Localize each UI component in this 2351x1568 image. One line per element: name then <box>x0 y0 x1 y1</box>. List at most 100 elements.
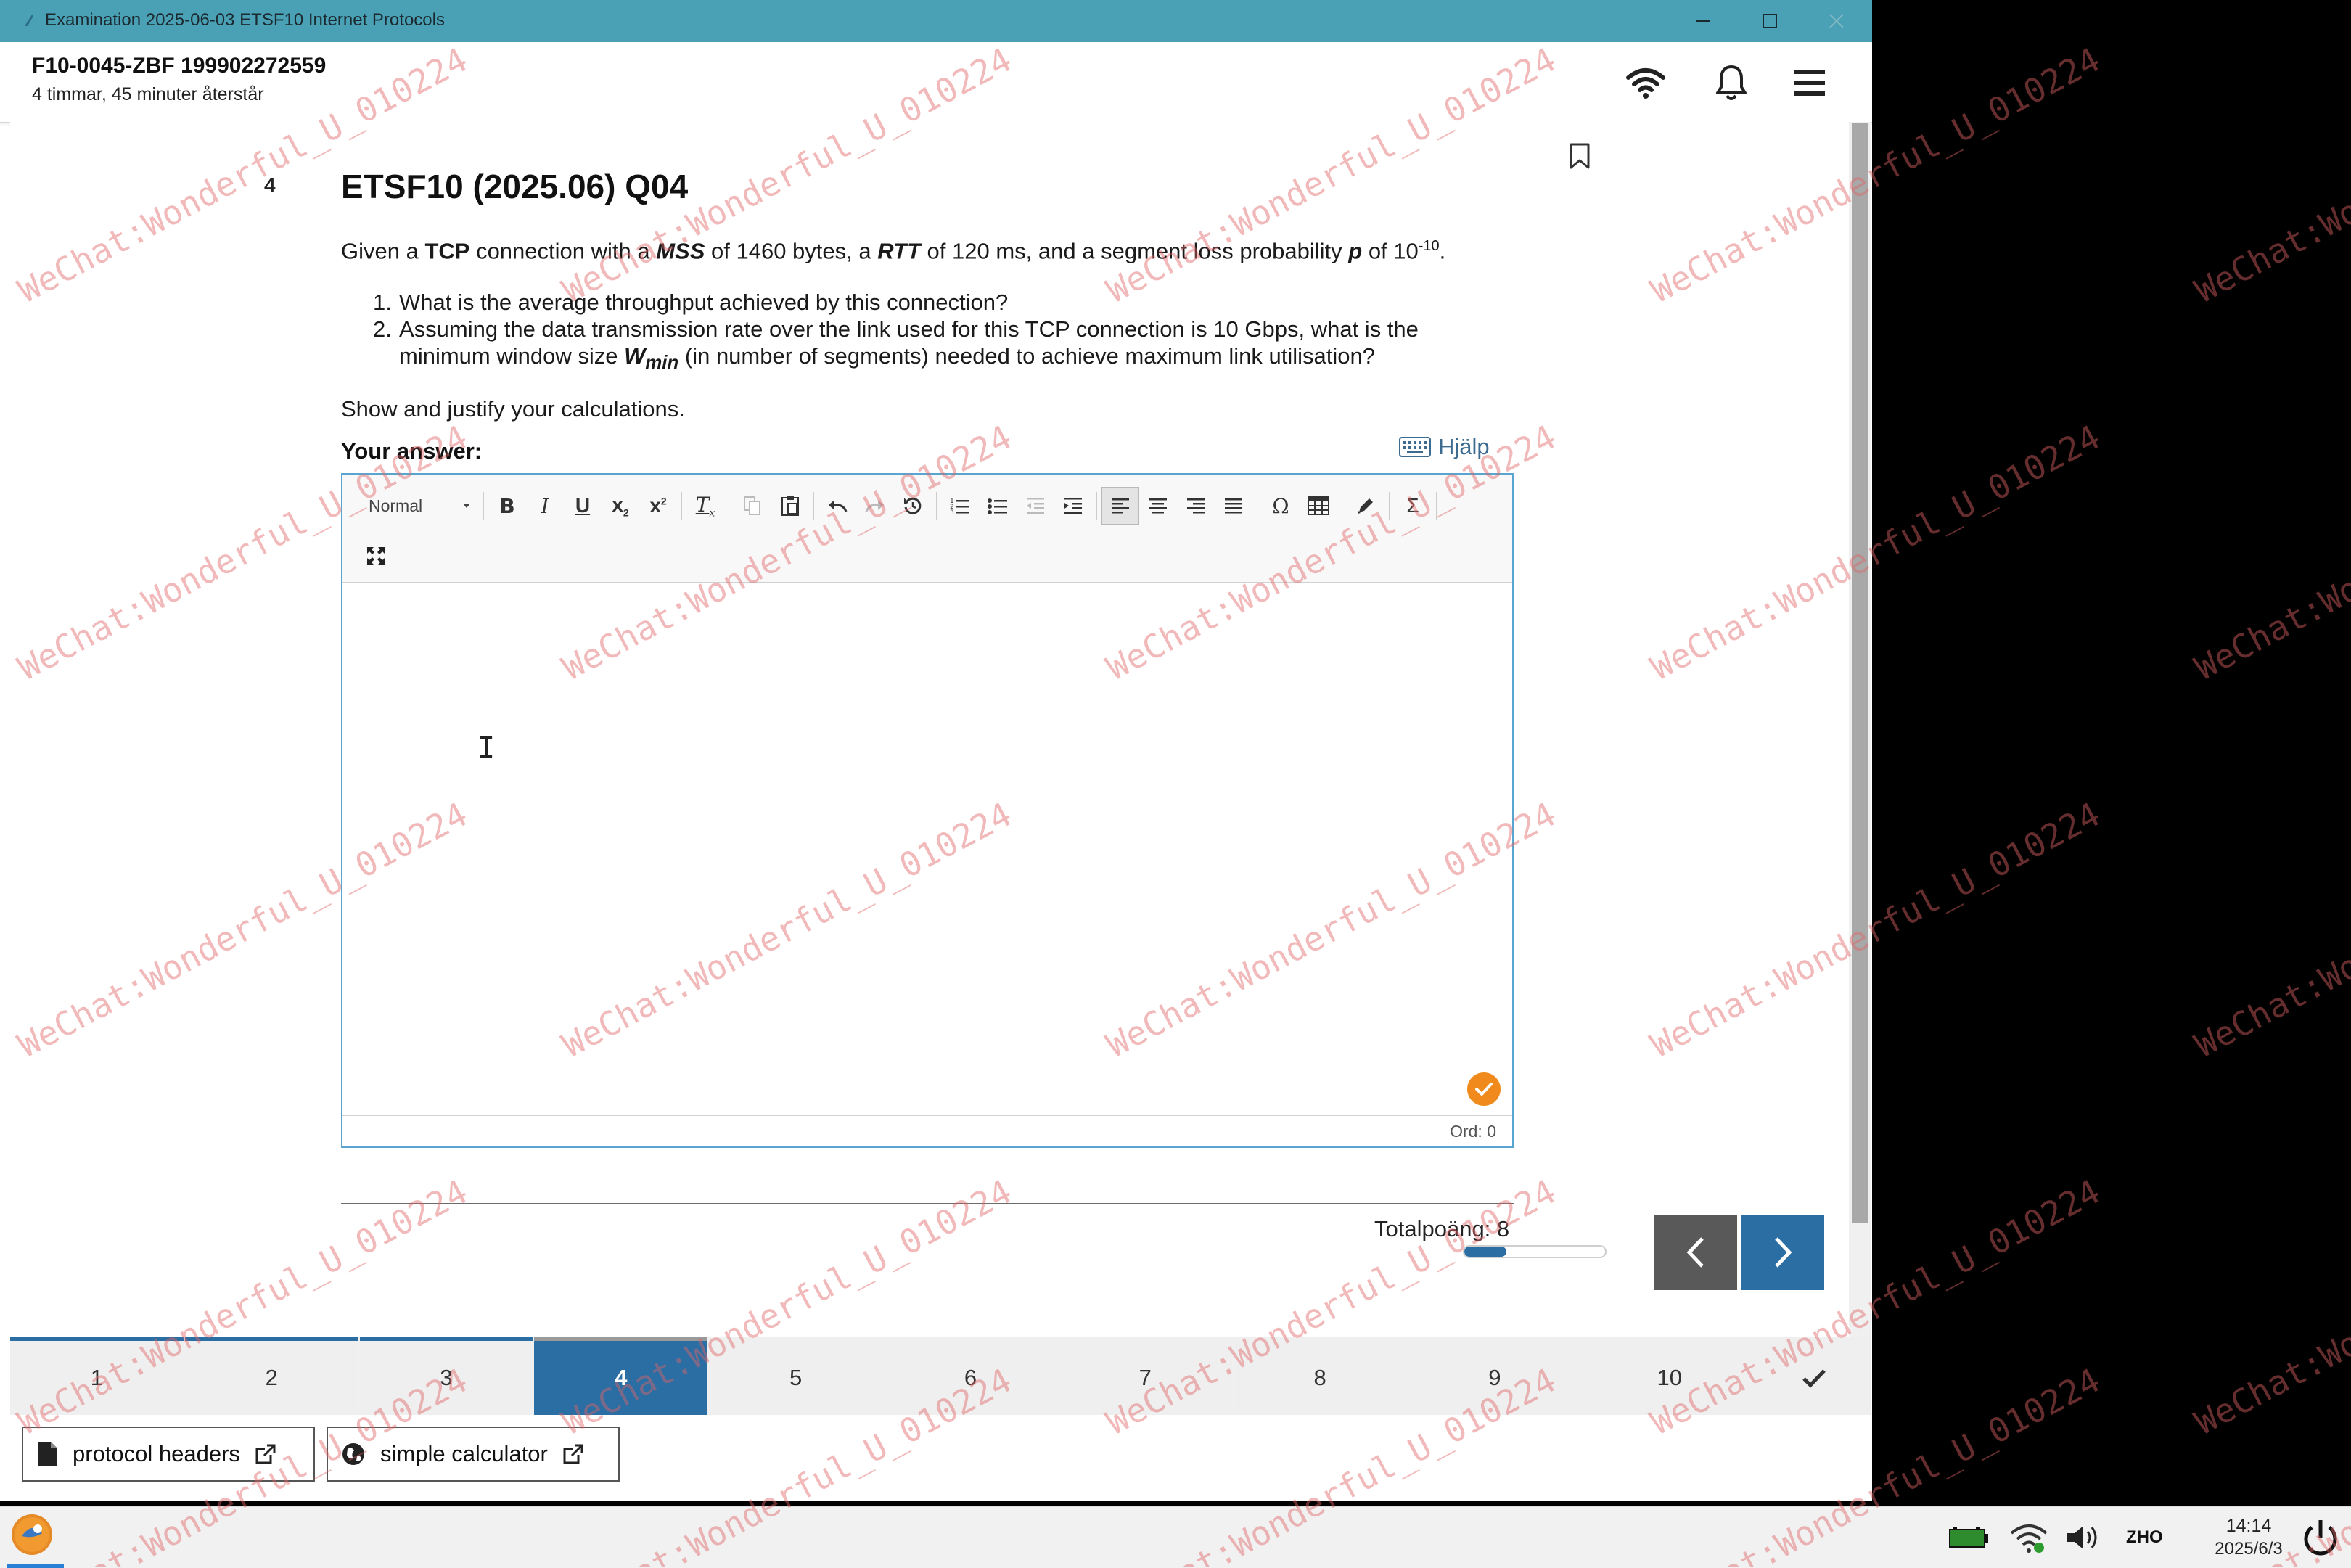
answer-editor: Normal B I U x2 x2 Tx 1 2 3 Ω Σ I Ord: 0 <box>341 473 1514 1148</box>
align-right-icon <box>1187 498 1205 514</box>
list-item: 1. What is the average throughput achieve… <box>373 290 1009 315</box>
restore-button[interactable] <box>894 487 932 525</box>
answer-text-area[interactable]: I <box>342 583 1512 1113</box>
volume-button[interactable] <box>2061 1517 2107 1558</box>
superscript-button[interactable]: x2 <box>639 487 677 525</box>
numbered-list-icon: 123 <box>950 498 969 515</box>
start-button[interactable] <box>12 1514 52 1555</box>
bulleted-list-button[interactable] <box>979 487 1017 525</box>
previous-question-button[interactable] <box>1654 1215 1737 1290</box>
scrollbar[interactable] <box>1849 122 1871 1337</box>
italic-button[interactable]: I <box>526 487 564 525</box>
notifications-button[interactable] <box>1710 61 1753 104</box>
bookmark-icon <box>1570 143 1590 169</box>
underline-button[interactable]: U <box>564 487 602 525</box>
question-tab[interactable]: 9 <box>1408 1337 1582 1415</box>
clock-time[interactable]: 14:14 <box>2209 1516 2289 1537</box>
superscript-icon: x2 <box>649 494 667 517</box>
question-tab[interactable]: 8 <box>1233 1337 1407 1415</box>
resources-bar: protocol headers simple calculator <box>10 1415 1871 1499</box>
paste-button[interactable] <box>771 487 809 525</box>
external-link-icon <box>255 1444 276 1464</box>
special-char-button[interactable]: Ω <box>1262 487 1300 525</box>
question-tab[interactable]: 3 <box>359 1337 533 1415</box>
undo-button[interactable] <box>818 487 856 525</box>
watermark-text: WeChat:Wonderful_U_010224 <box>2188 794 2351 1065</box>
question-tab-current[interactable]: 4 <box>534 1337 708 1415</box>
active-indicator <box>7 1564 64 1568</box>
battery-icon <box>1949 1527 1988 1548</box>
indent-button[interactable] <box>1054 487 1092 525</box>
total-score: Totalpoäng: 8 <box>1374 1216 1510 1241</box>
format-dropdown[interactable]: Normal <box>353 490 479 522</box>
maximize-icon <box>367 547 385 565</box>
question-list: 1. What is the average throughput achieve… <box>341 289 1502 377</box>
table-button[interactable] <box>1300 487 1337 525</box>
question-navigation: 1 2 3 4 5 6 7 8 9 10 <box>10 1337 1871 1415</box>
network-button[interactable] <box>2006 1517 2052 1558</box>
maximize-editor-button[interactable] <box>357 537 395 575</box>
subscript-button[interactable]: x2 <box>602 487 639 525</box>
draw-button[interactable] <box>1347 487 1384 525</box>
copy-button[interactable] <box>734 487 771 525</box>
wifi-button[interactable] <box>1624 61 1667 104</box>
power-button[interactable] <box>2297 1517 2344 1558</box>
align-center-button[interactable] <box>1139 487 1177 525</box>
special-char-icon: Ω <box>1272 493 1289 518</box>
protocol-headers-button[interactable]: protocol headers <box>22 1427 315 1482</box>
score-progress-bar <box>1463 1245 1607 1258</box>
editor-toolbar: Normal B I U x2 x2 Tx 1 2 3 Ω Σ <box>342 475 1512 583</box>
subscript-icon: x2 <box>612 493 629 519</box>
math-button[interactable]: Σ <box>1394 487 1432 525</box>
hamburger-menu-icon <box>1794 70 1825 96</box>
menu-button[interactable] <box>1788 61 1831 104</box>
question-number: 4 <box>264 174 276 197</box>
align-right-button[interactable] <box>1177 487 1215 525</box>
minimize-button[interactable] <box>1670 0 1736 42</box>
resource-label: simple calculator <box>380 1441 548 1466</box>
question-tab[interactable]: 2 <box>184 1337 358 1415</box>
question-tab[interactable]: 1 <box>10 1337 184 1415</box>
bookmark-button[interactable] <box>1569 142 1591 173</box>
close-button[interactable] <box>1804 0 1869 42</box>
numbered-list-button[interactable]: 123 <box>941 487 979 525</box>
spellcheck-badge[interactable] <box>1467 1072 1501 1106</box>
checkmark-icon <box>1802 1369 1826 1388</box>
input-language[interactable]: ZHO <box>2126 1527 2163 1548</box>
outdent-button[interactable] <box>1017 487 1054 525</box>
question-tab[interactable]: 5 <box>709 1337 883 1415</box>
external-link-icon <box>563 1444 583 1464</box>
remove-format-button[interactable]: Tx <box>686 487 724 525</box>
question-tab[interactable]: 10 <box>1583 1337 1757 1415</box>
align-left-button[interactable] <box>1101 487 1139 525</box>
caret-down-icon <box>463 504 470 508</box>
table-icon <box>1308 496 1329 515</box>
bell-icon <box>1716 65 1747 100</box>
text-cursor-icon: I <box>477 731 496 765</box>
redo-button[interactable] <box>856 487 894 525</box>
draw-icon <box>1358 498 1373 514</box>
paste-icon <box>781 496 799 516</box>
maximize-button[interactable] <box>1737 0 1802 42</box>
chevron-right-icon <box>1775 1237 1792 1268</box>
wifi-tray-icon <box>2010 1524 2048 1553</box>
next-question-button[interactable] <box>1741 1215 1824 1290</box>
question-tab[interactable]: 7 <box>1058 1337 1232 1415</box>
help-label: Hjälp <box>1438 434 1490 459</box>
battery-button[interactable] <box>1945 1517 1991 1558</box>
question-tab[interactable]: 6 <box>884 1337 1057 1415</box>
watermark-text: WeChat:Wonderful_U_010224 <box>2188 39 2351 311</box>
finish-exam-tab[interactable] <box>1757 1337 1871 1415</box>
watermark-text: WeChat:Wonderful_U_010224 <box>2188 416 2351 688</box>
close-icon <box>1829 14 1844 28</box>
sigma-icon: Σ <box>1406 494 1419 517</box>
bold-button[interactable]: B <box>488 487 526 525</box>
clock-date[interactable]: 2025/6/3 <box>2194 1539 2303 1559</box>
start-logo-icon <box>15 1517 49 1552</box>
scrollbar-thumb[interactable] <box>1852 123 1868 1223</box>
title-bar: Examination 2025-06-03 ETSF10 Internet P… <box>0 0 1872 42</box>
help-link[interactable]: Hjälp <box>1399 434 1490 460</box>
simple-calculator-button[interactable]: simple calculator <box>327 1427 620 1482</box>
exam-window: Examination 2025-06-03 ETSF10 Internet P… <box>0 0 1872 1501</box>
justify-button[interactable] <box>1215 487 1252 525</box>
